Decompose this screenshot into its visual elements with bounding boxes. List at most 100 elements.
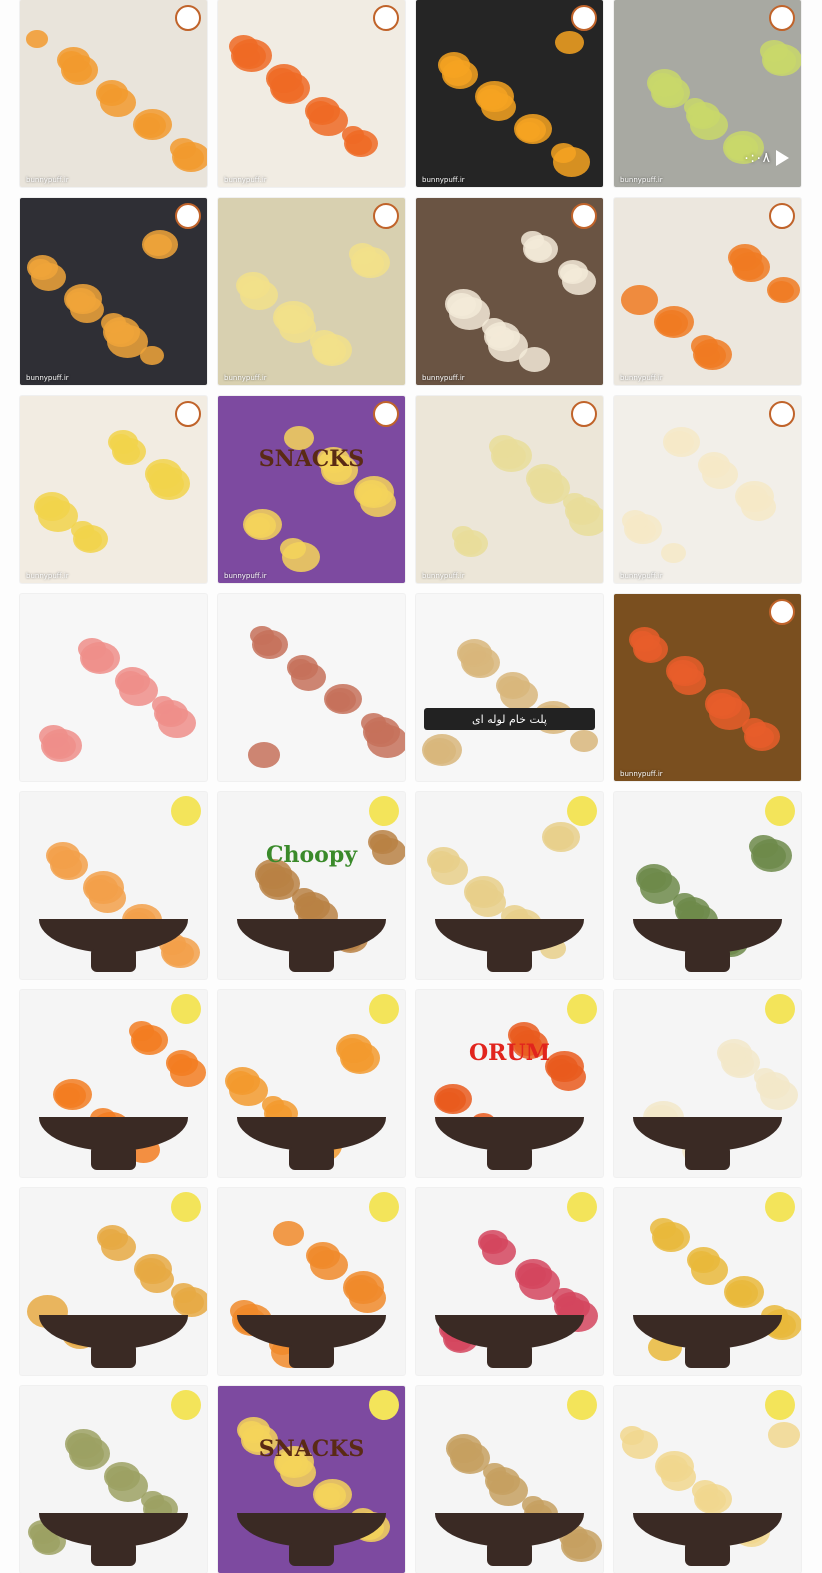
watermark: bunnypuff.ir <box>224 374 267 382</box>
grid-thumbnail[interactable]: bunnypuff.ir <box>416 396 603 583</box>
grid-thumbnail[interactable]: SNACKS <box>218 1386 405 1573</box>
grid-thumbnail[interactable]: پلت خام لوله ای <box>416 594 603 781</box>
food-piece <box>108 430 138 454</box>
serving-bowl <box>632 919 783 953</box>
grid-thumbnail[interactable]: bunnypuff.ir <box>416 198 603 385</box>
brand-badge <box>369 1192 399 1222</box>
serving-bowl <box>38 1117 189 1151</box>
grid-thumbnail[interactable]: bunnypuff.ir <box>218 198 405 385</box>
food-piece <box>349 243 376 265</box>
food-piece <box>767 277 800 304</box>
brand-badge <box>765 1192 795 1222</box>
watermark: bunnypuff.ir <box>620 374 663 382</box>
food-piece <box>343 1271 384 1304</box>
brand-logo <box>175 5 201 31</box>
grid-thumbnail[interactable]: bunnypuff.ir SNACKS <box>218 396 405 583</box>
grid-thumbnail[interactable] <box>218 990 405 1177</box>
bowl-stand <box>289 1543 334 1566</box>
food-piece <box>104 1462 140 1491</box>
grid-thumbnail[interactable]: bunnypuff.ir <box>416 0 603 187</box>
bowl-stand <box>487 1543 532 1566</box>
food-piece <box>305 97 340 125</box>
food-piece <box>724 1276 764 1308</box>
food-piece <box>754 1068 776 1086</box>
food-piece <box>266 64 302 93</box>
food-piece <box>342 126 364 144</box>
bowl-stand <box>685 1543 730 1566</box>
food-piece <box>250 626 274 646</box>
food-piece <box>692 1480 718 1501</box>
watermark: bunnypuff.ir <box>26 374 69 382</box>
food-piece <box>558 260 588 284</box>
grid-thumbnail[interactable] <box>20 990 207 1177</box>
food-piece <box>489 435 518 459</box>
food-piece <box>735 481 774 513</box>
grid-thumbnail[interactable] <box>416 1386 603 1573</box>
grid-thumbnail[interactable]: bunnypuff.ir <box>614 396 801 583</box>
grid-thumbnail[interactable] <box>20 1386 207 1573</box>
grid-thumbnail[interactable]: Choopy <box>218 792 405 979</box>
grid-thumbnail[interactable] <box>218 594 405 781</box>
food-piece <box>514 114 552 145</box>
bowl-stand <box>685 949 730 972</box>
grid-thumbnail[interactable] <box>20 594 207 781</box>
food-piece <box>519 347 550 372</box>
food-piece <box>262 1096 284 1114</box>
bowl-stand <box>289 949 334 972</box>
bowl-stand <box>685 1147 730 1170</box>
food-piece <box>170 138 196 159</box>
food-piece <box>526 464 562 493</box>
grid-thumbnail[interactable]: bunnypuff.ir <box>614 198 801 385</box>
brand-badge <box>369 994 399 1024</box>
grid-thumbnail[interactable] <box>416 1188 603 1375</box>
food-piece <box>243 509 282 541</box>
brand-logo <box>769 599 795 625</box>
grid-thumbnail[interactable]: bunnypuff.ir <box>614 594 801 781</box>
food-piece <box>129 1021 154 1041</box>
food-piece <box>629 627 660 652</box>
food-piece <box>145 459 182 489</box>
grid-thumbnail[interactable] <box>614 1386 801 1573</box>
food-piece <box>445 289 482 319</box>
brand-badge <box>765 796 795 826</box>
grid-thumbnail[interactable] <box>218 1188 405 1375</box>
photo-grid: bunnypuff.ir bunnypuff.ir bunnypuff.ir bunn… <box>20 0 802 1573</box>
bowl-stand <box>487 1345 532 1368</box>
bowl-stand <box>91 1345 136 1368</box>
food-piece <box>621 285 658 315</box>
watermark: bunnypuff.ir <box>26 176 69 184</box>
watermark: bunnypuff.ir <box>422 374 465 382</box>
grid-thumbnail[interactable] <box>20 792 207 979</box>
food-piece <box>27 255 58 280</box>
food-piece <box>171 1283 196 1303</box>
grid-thumbnail[interactable] <box>614 792 801 979</box>
grid-thumbnail[interactable] <box>614 1188 801 1375</box>
food-piece <box>229 35 258 59</box>
grid-thumbnail[interactable]: bunnypuff.ir ۰:۰۸ <box>614 0 801 187</box>
grid-thumbnail[interactable] <box>20 1188 207 1375</box>
grid-thumbnail[interactable]: bunnypuff.ir <box>218 0 405 187</box>
watermark: bunnypuff.ir <box>224 572 267 580</box>
food-piece <box>438 52 470 78</box>
grid-thumbnail[interactable] <box>416 792 603 979</box>
brand-logo <box>373 401 399 427</box>
food-piece <box>684 98 706 116</box>
bowl-stand <box>289 1345 334 1368</box>
brand-badge <box>765 994 795 1024</box>
food-piece <box>142 230 178 259</box>
food-piece <box>313 1479 352 1511</box>
grid-thumbnail[interactable]: ORUM <box>416 990 603 1177</box>
video-duration: ۰:۰۸ <box>743 150 789 166</box>
brand-logo <box>571 5 597 31</box>
brand-badge <box>567 796 597 826</box>
serving-bowl <box>434 1117 585 1151</box>
food-piece <box>336 1034 372 1063</box>
serving-bowl <box>236 1117 387 1151</box>
food-piece <box>622 510 648 531</box>
food-piece <box>65 1429 102 1459</box>
grid-thumbnail[interactable]: bunnypuff.ir <box>20 396 207 583</box>
grid-thumbnail[interactable] <box>614 990 801 1177</box>
brand-logo <box>769 203 795 229</box>
grid-thumbnail[interactable]: bunnypuff.ir <box>20 198 207 385</box>
grid-thumbnail[interactable]: bunnypuff.ir <box>20 0 207 187</box>
